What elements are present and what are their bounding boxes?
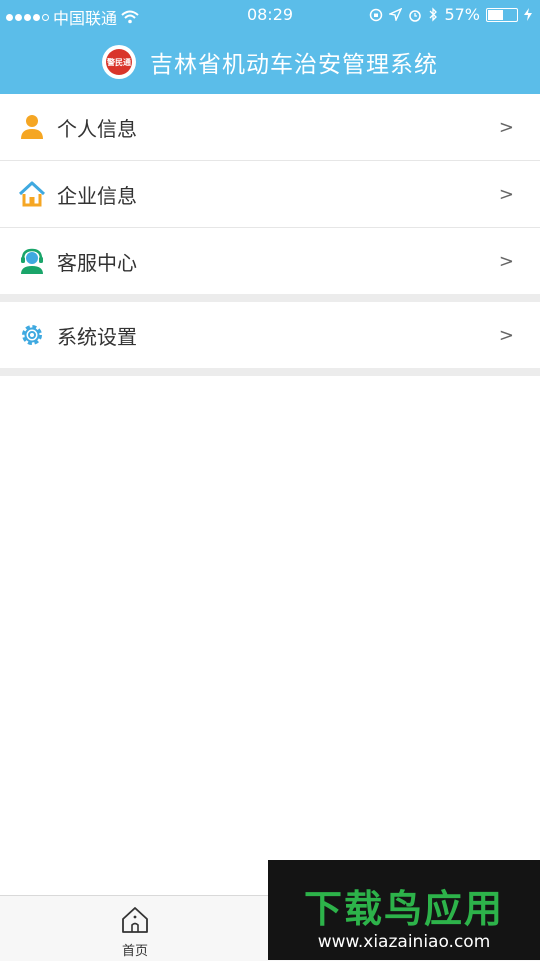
orientation-lock-icon: [370, 8, 383, 21]
customer-service-icon: [21, 248, 43, 274]
status-bar: 中国联通 08:29 57%: [0, 0, 540, 30]
app-logo: 警民通: [102, 45, 136, 79]
chevron-right-icon: >: [498, 324, 514, 346]
menu-group-2: 系统设置 >: [0, 302, 540, 368]
chevron-right-icon: >: [498, 183, 514, 205]
menu-item-customer-service[interactable]: 客服中心 >: [0, 228, 540, 294]
bluetooth-icon: [429, 7, 438, 22]
status-right-group: 57%: [369, 5, 532, 24]
menu-item-label: 客服中心: [57, 250, 137, 275]
location-icon: [389, 8, 403, 21]
person-icon: [21, 115, 43, 139]
logo-text: 警民通: [107, 57, 131, 67]
menu-list: 个人信息 > 企业信息 > 客服中心 > 系统设置 >: [0, 94, 540, 376]
tab-home[interactable]: 首页: [105, 906, 165, 959]
watermark-logo: 下载鸟应用 www.xiazainiao.com: [268, 860, 540, 960]
house-icon: [19, 181, 45, 207]
battery-icon: [486, 7, 518, 22]
watermark-url: www.xiazainiao.com: [317, 932, 491, 952]
chevron-right-icon: >: [498, 116, 514, 138]
chevron-right-icon: >: [498, 250, 514, 272]
menu-item-label: 系统设置: [57, 324, 137, 349]
alarm-icon: [409, 9, 422, 22]
tab-home-label: 首页: [121, 944, 148, 959]
menu-item-label: 个人信息: [57, 116, 137, 141]
charging-icon: [524, 8, 532, 21]
menu-item-label: 企业信息: [57, 183, 137, 208]
menu-item-system-settings[interactable]: 系统设置 >: [0, 302, 540, 368]
app-header: 中国联通 08:29 57% 警民通 吉林省机动车治安管理系统: [0, 0, 540, 94]
menu-group-1: 个人信息 > 企业信息 > 客服中心 >: [0, 94, 540, 294]
watermark-title: 下载鸟应用: [303, 887, 504, 931]
gear-icon: [22, 325, 42, 345]
title-row: 警民通 吉林省机动车治安管理系统: [0, 36, 540, 88]
battery-percent: 57%: [444, 5, 480, 24]
logo-mark: 警民通: [106, 49, 132, 75]
menu-item-personal-info[interactable]: 个人信息 >: [0, 94, 540, 161]
page-title: 吉林省机动车治安管理系统: [150, 52, 438, 78]
menu-item-enterprise-info[interactable]: 企业信息 >: [0, 161, 540, 228]
section-divider: [0, 294, 540, 302]
home-icon: [122, 907, 148, 933]
section-divider: [0, 368, 540, 376]
